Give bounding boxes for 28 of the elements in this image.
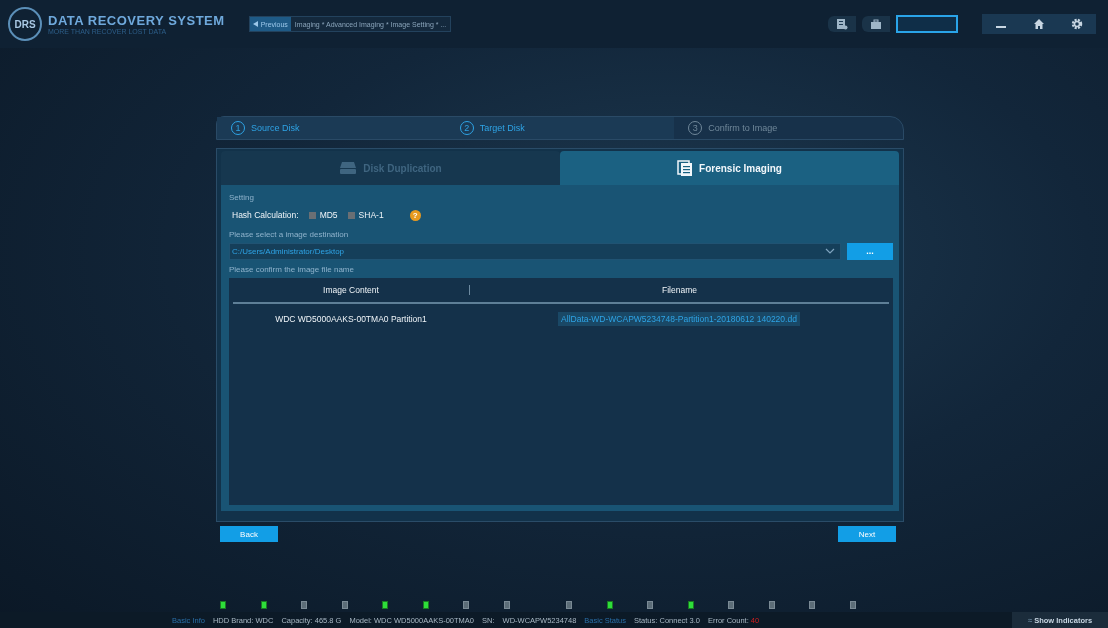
hash-checkbox[interactable]: MD5 — [308, 210, 338, 220]
hash-checkbox[interactable]: SHA-1 — [347, 210, 384, 220]
chevron-icon — [825, 248, 835, 254]
document-icon — [677, 160, 694, 176]
column-header: Filename — [661, 285, 698, 295]
mode-tab[interactable]: Forensic Imaging — [560, 151, 899, 185]
wizard-step: 3 Confirm to Image — [674, 117, 903, 139]
table-cell: WDC WD5000AAKS-00TMA0 Partition1 — [275, 314, 427, 324]
app-title: DATA RECOVERY SYSTEM — [48, 13, 225, 28]
status-box — [896, 15, 958, 33]
back-button[interactable]: Back — [220, 526, 278, 542]
report-icon[interactable] — [828, 16, 856, 32]
back-arrow-icon — [252, 21, 258, 27]
filename-field[interactable]: AllData-WD-WCAPW5234748-Partition1-20180612 140220.dd — [558, 312, 800, 326]
destination-label: Please select a image destination — [229, 229, 350, 241]
column-header: Image Content — [233, 285, 470, 295]
wizard-step: 2 Target Disk — [445, 117, 675, 139]
wizard-step: 1 Source Disk — [217, 117, 446, 139]
section-heading: Setting — [229, 192, 255, 204]
hash-label: Hash Calculation: — [232, 210, 299, 220]
help-badge[interactable]: ? — [409, 209, 421, 221]
briefcase-icon[interactable] — [862, 16, 890, 32]
filename-label: Please confirm the image file name — [229, 264, 355, 276]
disk-icon — [339, 161, 358, 175]
app-logo: DRS — [8, 7, 42, 41]
next-button[interactable]: Next — [838, 526, 896, 542]
destination-dropdown[interactable]: C:/Users/Administrator/Desktop — [229, 242, 841, 260]
browse-button[interactable]: ... — [847, 242, 893, 260]
